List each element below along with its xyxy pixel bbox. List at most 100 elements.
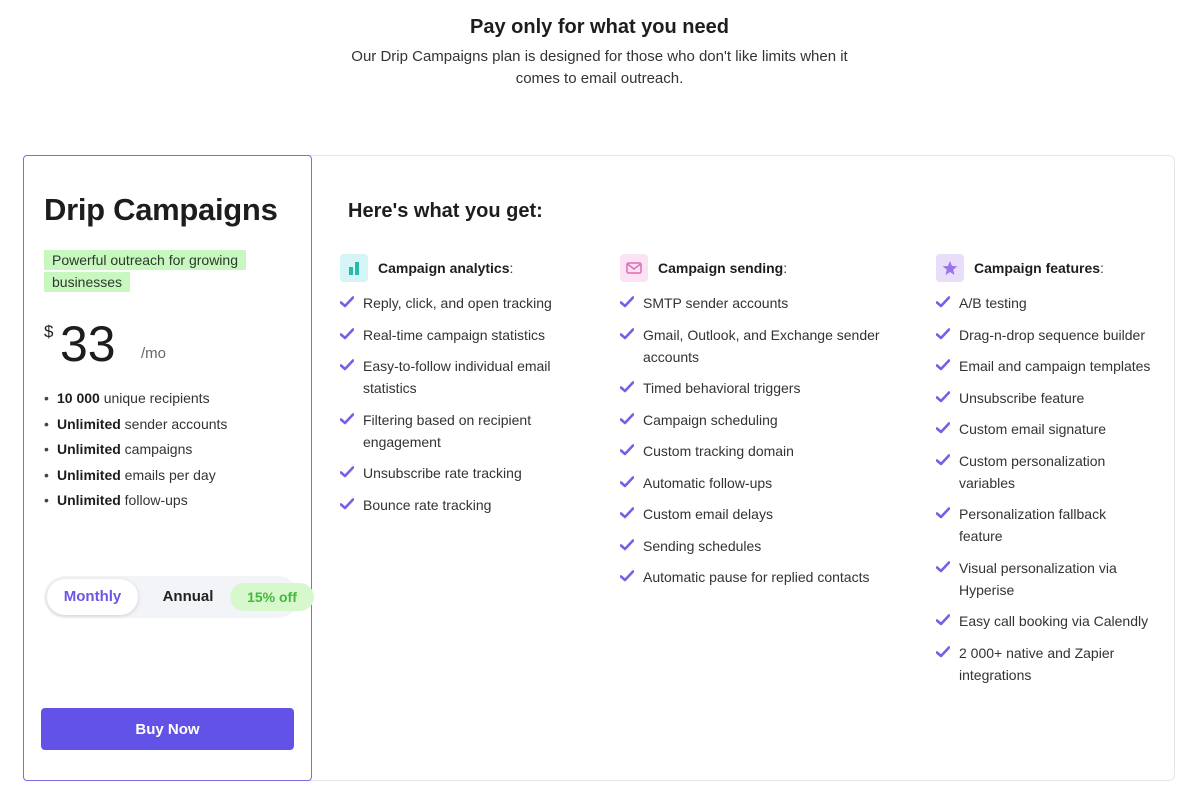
- bar-chart-icon: [340, 254, 368, 282]
- check-icon: [936, 390, 950, 402]
- check-icon: [620, 444, 634, 456]
- page-header: Pay only for what you need Our Drip Camp…: [0, 14, 1199, 90]
- limit-text: campaigns: [120, 441, 193, 457]
- list-item: Unlimited sender accounts: [44, 412, 227, 438]
- price-currency: $: [44, 322, 54, 341]
- buy-now-button[interactable]: Buy Now: [41, 708, 294, 750]
- check-icon: [340, 466, 354, 478]
- feature-text: Campaign scheduling: [643, 411, 778, 428]
- list-item: Automatic pause for replied contacts: [620, 566, 885, 588]
- feature-text: Unsubscribe feature: [959, 389, 1085, 406]
- feature-list: A/B testing Drag-n-drop sequence builder…: [936, 292, 1151, 686]
- limit-value: 10 000: [57, 390, 100, 406]
- list-item: Real-time campaign statistics: [340, 324, 580, 346]
- limit-text: emails per day: [120, 466, 216, 483]
- limit-text: sender accounts: [120, 415, 228, 432]
- check-icon: [936, 507, 950, 519]
- feature-text: SMTP sender accounts: [643, 295, 789, 311]
- feature-text: Automatic pause for replied contacts: [643, 569, 870, 585]
- limit-value: Unlimited: [57, 466, 121, 483]
- feature-text: Reply, click, and open tracking: [363, 295, 552, 311]
- feature-text: Sending schedules: [643, 537, 762, 554]
- page-title: Pay only for what you need: [470, 16, 729, 38]
- list-item: Custom email delays: [620, 503, 885, 525]
- feature-text: Easy call booking via Calendly: [959, 613, 1149, 629]
- feature-text: Personalization fallback feature: [959, 506, 1107, 544]
- check-icon: [936, 296, 950, 308]
- limit-text: unique recipients: [99, 390, 210, 406]
- feature-column-sending: Campaign sending: SMTP sender accounts G…: [620, 253, 885, 598]
- features-title: Here's what you get:: [348, 200, 543, 222]
- check-icon: [936, 614, 950, 626]
- feature-text: Email and campaign templates: [959, 358, 1151, 374]
- list-item: Drag-n-drop sequence builder: [936, 324, 1151, 346]
- billing-annual-option[interactable]: Annual: [148, 579, 228, 615]
- limit-value: Unlimited: [57, 441, 121, 457]
- envelope-icon: [620, 254, 648, 282]
- feature-list: Reply, click, and open tracking Real-tim…: [340, 292, 580, 516]
- list-item: Gmail, Outlook, and Exchange sender acco…: [620, 324, 885, 368]
- feature-text: A/B testing: [959, 295, 1027, 311]
- feature-text: Custom personalization variables: [959, 452, 1106, 491]
- feature-list: SMTP sender accounts Gmail, Outlook, and…: [620, 292, 885, 588]
- feature-text: 2 000+ native and Zapier integrations: [959, 644, 1115, 683]
- list-item: Easy call booking via Calendly: [936, 610, 1151, 632]
- billing-monthly-option[interactable]: Monthly: [47, 579, 138, 615]
- list-item: Unlimited emails per day: [44, 463, 227, 489]
- check-icon: [620, 412, 634, 424]
- feature-text: Gmail, Outlook, and Exchange sender acco…: [643, 326, 880, 365]
- check-icon: [936, 359, 950, 371]
- price-period: /mo: [141, 345, 167, 362]
- plan-tagline-text: Powerful outreach for growing businesses: [44, 250, 246, 292]
- list-item: Email and campaign templates: [936, 355, 1151, 377]
- feature-text: Timed behavioral triggers: [643, 380, 801, 396]
- check-icon: [340, 327, 354, 339]
- list-item: Easy-to-follow individual email statisti…: [340, 355, 580, 399]
- check-icon: [620, 570, 634, 582]
- list-item: Visual personalization via Hyperise: [936, 557, 1151, 601]
- check-icon: [340, 412, 354, 424]
- list-item: Sending schedules: [620, 535, 885, 557]
- check-icon: [340, 359, 354, 371]
- list-item: Unlimited follow-ups: [44, 488, 227, 514]
- price-amount: 33: [60, 316, 116, 372]
- column-heading: Campaign sending:: [620, 253, 885, 283]
- check-icon: [936, 560, 950, 572]
- check-icon: [340, 296, 354, 308]
- list-item: Bounce rate tracking: [340, 494, 580, 516]
- list-item: Custom tracking domain: [620, 440, 885, 462]
- feature-text: Easy-to-follow individual email statisti…: [363, 358, 551, 396]
- check-icon: [620, 327, 634, 339]
- check-icon: [620, 381, 634, 393]
- list-item: Filtering based on recipient engagement: [340, 409, 580, 453]
- feature-text: Custom email delays: [643, 506, 773, 522]
- feature-column-analytics: Campaign analytics: Reply, click, and op…: [340, 253, 580, 525]
- limit-text: follow-ups: [120, 492, 188, 508]
- check-icon: [340, 497, 354, 509]
- check-icon: [620, 296, 634, 308]
- star-icon: [936, 254, 964, 282]
- feature-text: Unsubscribe rate tracking: [363, 465, 522, 481]
- plan-panel: Drip Campaigns Powerful outreach for gro…: [23, 155, 314, 781]
- billing-toggle[interactable]: Monthly Annual 15% off: [44, 576, 314, 618]
- feature-text: Filtering based on recipient engagement: [363, 411, 532, 450]
- list-item: 2 000+ native and Zapier integrations: [936, 642, 1151, 686]
- plan-name: Drip Campaigns: [44, 192, 278, 227]
- discount-badge: 15% off: [230, 583, 314, 611]
- list-item: Unlimited campaigns: [44, 437, 227, 463]
- list-item: Reply, click, and open tracking: [340, 292, 580, 314]
- check-icon: [936, 453, 950, 465]
- list-item: 10 000 unique recipients: [44, 386, 227, 412]
- column-heading-label: Campaign analytics: [378, 260, 510, 276]
- check-icon: [936, 645, 950, 657]
- list-item: A/B testing: [936, 292, 1151, 314]
- column-heading-label: Campaign sending: [658, 260, 784, 276]
- plan-limits-list: 10 000 unique recipients Unlimited sende…: [44, 386, 227, 514]
- feature-text: Visual personalization via Hyperise: [959, 559, 1117, 598]
- check-icon: [936, 327, 950, 339]
- check-icon: [620, 475, 634, 487]
- list-item: Unsubscribe rate tracking: [340, 462, 580, 484]
- list-item: Personalization fallback feature: [936, 503, 1151, 547]
- check-icon: [620, 538, 634, 550]
- list-item: Custom email signature: [936, 418, 1151, 440]
